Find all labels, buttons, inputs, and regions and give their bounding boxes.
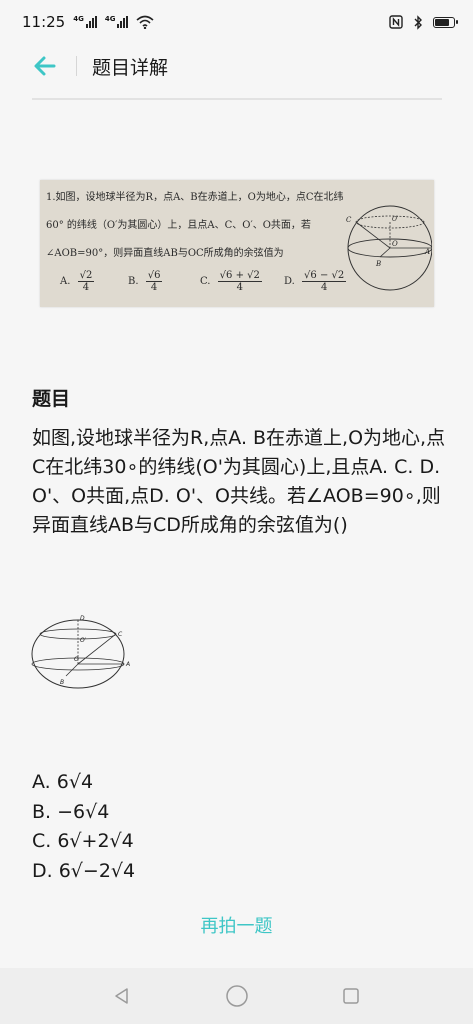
photo-globe-label: O′ [392,216,399,223]
option-b: B. −6√4 [32,800,110,823]
signal-label: 4G [73,15,84,23]
wifi-icon [136,15,155,29]
battery-fill [435,18,449,26]
nav-recents-button[interactable] [339,984,363,1008]
option-c: C. 6√+2√4 [32,830,134,852]
photo-choice-numerator: √6 [145,270,163,282]
nav-back-button[interactable] [110,984,134,1008]
photo-choice-c: C. √6 + √2 4 [200,270,262,293]
question-text: 如图,设地球半径为R,点A. B在赤道上,O为地心,点C在北纬30∘的纬线(O'… [32,427,446,536]
question-photo: 1.如图，设地球半径为R，点A、B在赤道上，O为地心，点C在北纬 60° 的纬线… [40,180,434,307]
page-title: 题目详解 [92,57,169,79]
triangle-back-icon [115,988,128,1004]
diagram-label: B [60,679,64,686]
app-bar: 题目详解 [0,44,473,88]
photo-choice-denominator: 4 [150,282,158,293]
retake-button[interactable]: 再拍一题 [0,912,473,938]
photo-globe-label: B [375,260,381,268]
signal-icon-2: 4G [105,16,129,28]
photo-choice-b: B. √6 4 [128,270,163,293]
header-divider [32,98,442,100]
square-recents-icon [343,988,359,1004]
diagram-label: A [125,661,130,668]
photo-text-line: 1.如图，设地球半径为R，点A、B在赤道上，O为地心，点C在北纬 [46,192,344,203]
photo-globe-label: C [346,216,352,224]
option-a: A. 6√4 [32,771,94,793]
photo-choice-denominator: 4 [82,282,90,293]
photo-choice-numerator: √6 + √2 [217,270,262,282]
signal-label-2: 4G [104,15,116,23]
photo-choice-denominator: 4 [236,282,243,293]
battery-icon [433,16,458,28]
sphere-diagram: D C O′ O A B [31,615,130,689]
photo-choice-letter: A. [60,276,71,287]
diagram-label: D [80,615,85,622]
status-right [389,14,458,30]
photo-text-line: 60° 的纬线（O′为其圆心）上，且点A、C、O′、O共面，若 [46,220,311,231]
answer-options: A. 6√4 B. −6√4 C. 6√+2√4 D. 6√−2√4 [32,768,135,886]
photo-text-line: ∠AOB=90°，则异面直线AB与OC所成角的余弦值为 [46,248,284,259]
bluetooth-icon [414,14,422,30]
status-left: 11:25 4G 4G [22,13,155,31]
option-d: D. 6√−2√4 [32,859,136,882]
photo-choice-numerator: √2 [77,270,95,282]
nfc-icon [389,15,403,29]
diagram-label: C [118,631,123,638]
nav-home-button[interactable] [225,984,249,1008]
diagram-label: O′ [80,637,87,644]
arrow-left-icon [34,56,56,76]
question-section-label: 题目 [32,388,71,410]
photo-choice-letter: B. [128,276,139,287]
photo-globe-figure: C O′ O A B [346,205,432,291]
system-nav-bar [0,968,473,1024]
signal-icon: 4G [73,16,97,28]
diagram-label: O [74,656,79,663]
status-bar: 11:25 4G 4G [0,0,473,44]
clock: 11:25 [22,13,66,31]
photo-choice-a: A. √2 4 [60,270,95,293]
photo-choice-d: D. √6 − √2 4 [284,270,347,293]
photo-choice-letter: D. [284,276,295,287]
photo-choice-letter: C. [200,276,211,287]
photo-globe-label: O [392,240,398,248]
app-bar-divider [76,56,77,76]
back-button[interactable] [30,52,62,80]
photo-globe-label: A [424,248,430,256]
circle-home-icon [225,985,248,1007]
